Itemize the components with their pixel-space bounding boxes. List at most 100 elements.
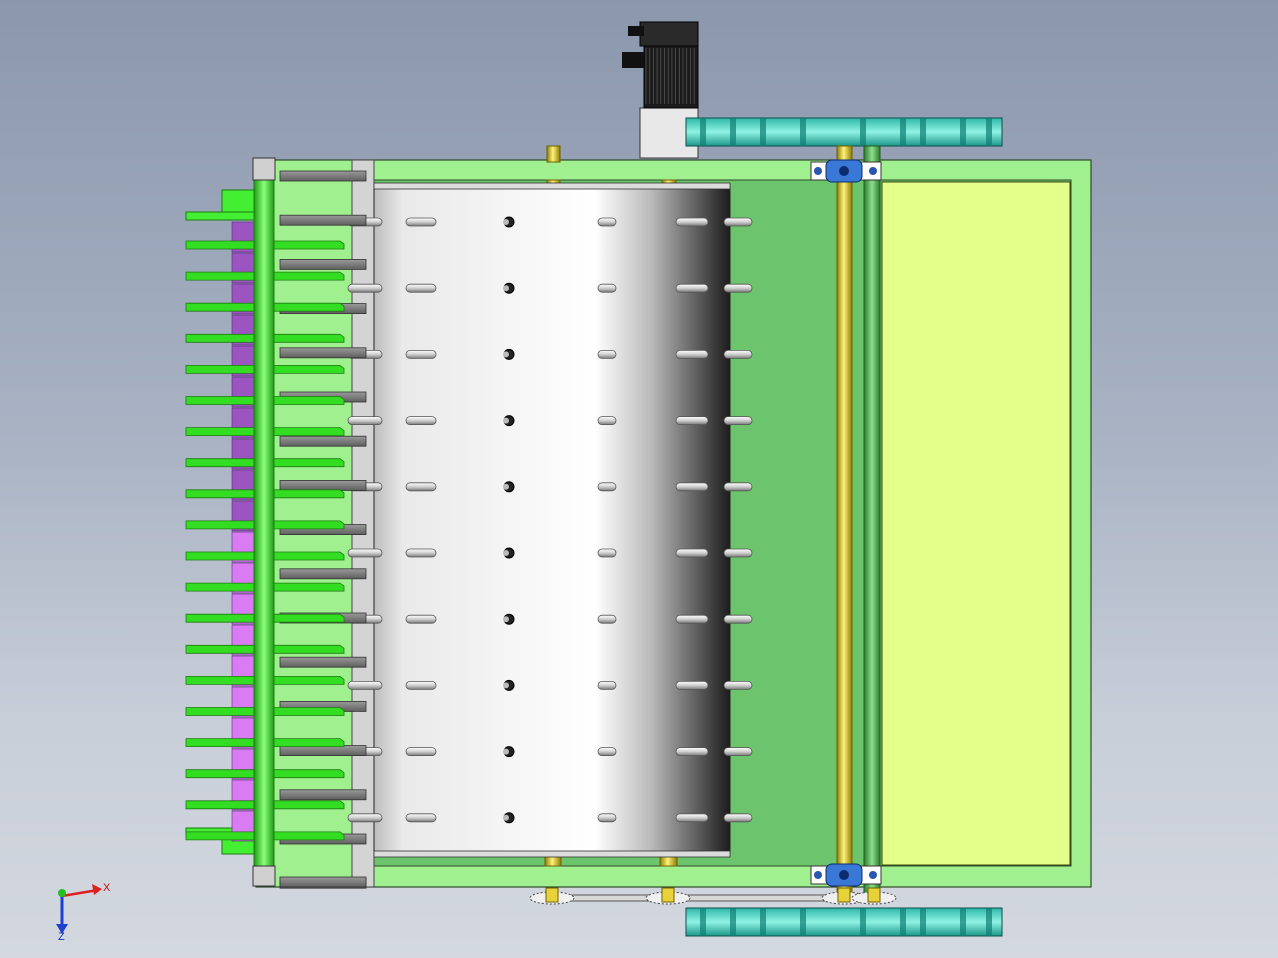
drum-pin-dot-highlight (503, 682, 509, 689)
drum-pin (723, 416, 753, 426)
pulley-top[interactable] (685, 117, 1003, 147)
pulley-rib (986, 118, 992, 146)
drum-pin (597, 416, 617, 426)
rake-shaft-cap-top (252, 157, 276, 181)
drum-pin (723, 482, 753, 492)
shaft-green (863, 145, 881, 895)
drum-pin (597, 614, 617, 624)
drum-pin (723, 548, 753, 558)
z-axis-label: Z (58, 931, 65, 943)
rake-shaft-cap-bottom (252, 865, 276, 887)
drum-pin (405, 614, 437, 624)
drum-pin (597, 283, 617, 293)
sprocket-hub (661, 887, 675, 903)
pulley-rib (760, 908, 766, 936)
drum-pin (347, 681, 383, 690)
sprocket-hub (867, 887, 881, 903)
drum-pin-dot-highlight (503, 550, 509, 556)
gray-plate (279, 789, 367, 801)
drum-pin-dot-highlight (503, 417, 509, 424)
rake-mount-top (221, 189, 259, 215)
pulley-rib (730, 118, 736, 146)
drum-pin (347, 548, 383, 558)
drum-pin (405, 283, 437, 293)
drum-pin (723, 681, 753, 690)
drum-pin (675, 482, 709, 492)
bearing-bottom[interactable] (810, 863, 882, 887)
drum-bottom-ring (373, 850, 731, 858)
drum-pin (405, 813, 437, 823)
motor-end-cap (639, 21, 699, 47)
drum-pin (675, 548, 709, 558)
drum-pin (723, 747, 753, 756)
chain-drive[interactable] (529, 887, 897, 905)
pulley-rib (900, 908, 906, 936)
pulley-bottom[interactable] (685, 907, 1003, 937)
pulley-rib (700, 908, 706, 936)
drum-pin (597, 747, 617, 756)
sprocket-hub (545, 887, 559, 903)
gray-plate (279, 656, 367, 668)
pulley-rib (730, 908, 736, 936)
drum-pin (723, 283, 753, 293)
pulley-rib (920, 118, 926, 146)
pulley-rib (900, 118, 906, 146)
yellow-panel[interactable] (881, 181, 1071, 866)
drum-pin (675, 416, 709, 426)
shaft-stub-top-1 (546, 145, 561, 163)
drum-pin (675, 283, 709, 293)
shaft-yellow (836, 145, 853, 895)
pulley-rib (960, 118, 966, 146)
gray-plate (279, 258, 367, 270)
drum-pin (597, 681, 617, 690)
motor-connector-top (628, 26, 644, 36)
pulley-rib (800, 118, 806, 146)
pulley-rib (700, 118, 706, 146)
axis-triad: X Z (56, 882, 111, 943)
sprocket-hub (837, 887, 851, 903)
rake-shaft (253, 157, 275, 887)
drum-pin (405, 747, 437, 756)
drum-pin (347, 813, 383, 823)
x-axis-arrow (92, 884, 102, 895)
bearing-top[interactable] (810, 159, 882, 183)
drum-pin (597, 482, 617, 492)
drum-pin (675, 747, 709, 756)
drum-pin (347, 416, 383, 426)
drum-pin (405, 349, 437, 359)
drum-pin (675, 681, 709, 690)
y-axis-dot (58, 889, 66, 897)
drum-pin (723, 614, 753, 624)
drum-pin (597, 217, 617, 227)
drum-pin-dot-highlight (503, 483, 509, 490)
cad-viewport[interactable]: X Z (0, 0, 1278, 958)
drum[interactable] (347, 182, 753, 858)
gray-plate (279, 435, 367, 447)
pulley-rib (920, 908, 926, 936)
pulley-rib (760, 118, 766, 146)
drum-pin (405, 482, 437, 492)
gray-plate (279, 347, 367, 359)
drum-pin-dot-highlight (503, 285, 509, 292)
gray-plate (279, 170, 367, 182)
drum-pin (347, 283, 383, 293)
drum-pin (723, 217, 753, 227)
motor-body (643, 43, 699, 109)
drum-pin (597, 813, 617, 823)
drum-pin (723, 349, 753, 359)
drum-pin (405, 681, 437, 690)
gray-plate (279, 568, 367, 580)
pulley-rib (860, 908, 866, 936)
drum-pin (675, 349, 709, 359)
drum-pin (405, 548, 437, 558)
gray-plate (279, 214, 367, 226)
drum-pin-dot-highlight (503, 219, 509, 225)
drum-pin (675, 614, 709, 624)
x-axis-line (61, 888, 99, 898)
drum-pin (405, 416, 437, 426)
rake-mount-top-lip (185, 211, 259, 221)
drum-pin (675, 813, 709, 823)
drum-pin (597, 349, 617, 359)
drum-pin (405, 217, 437, 227)
drum-pin (723, 813, 753, 823)
